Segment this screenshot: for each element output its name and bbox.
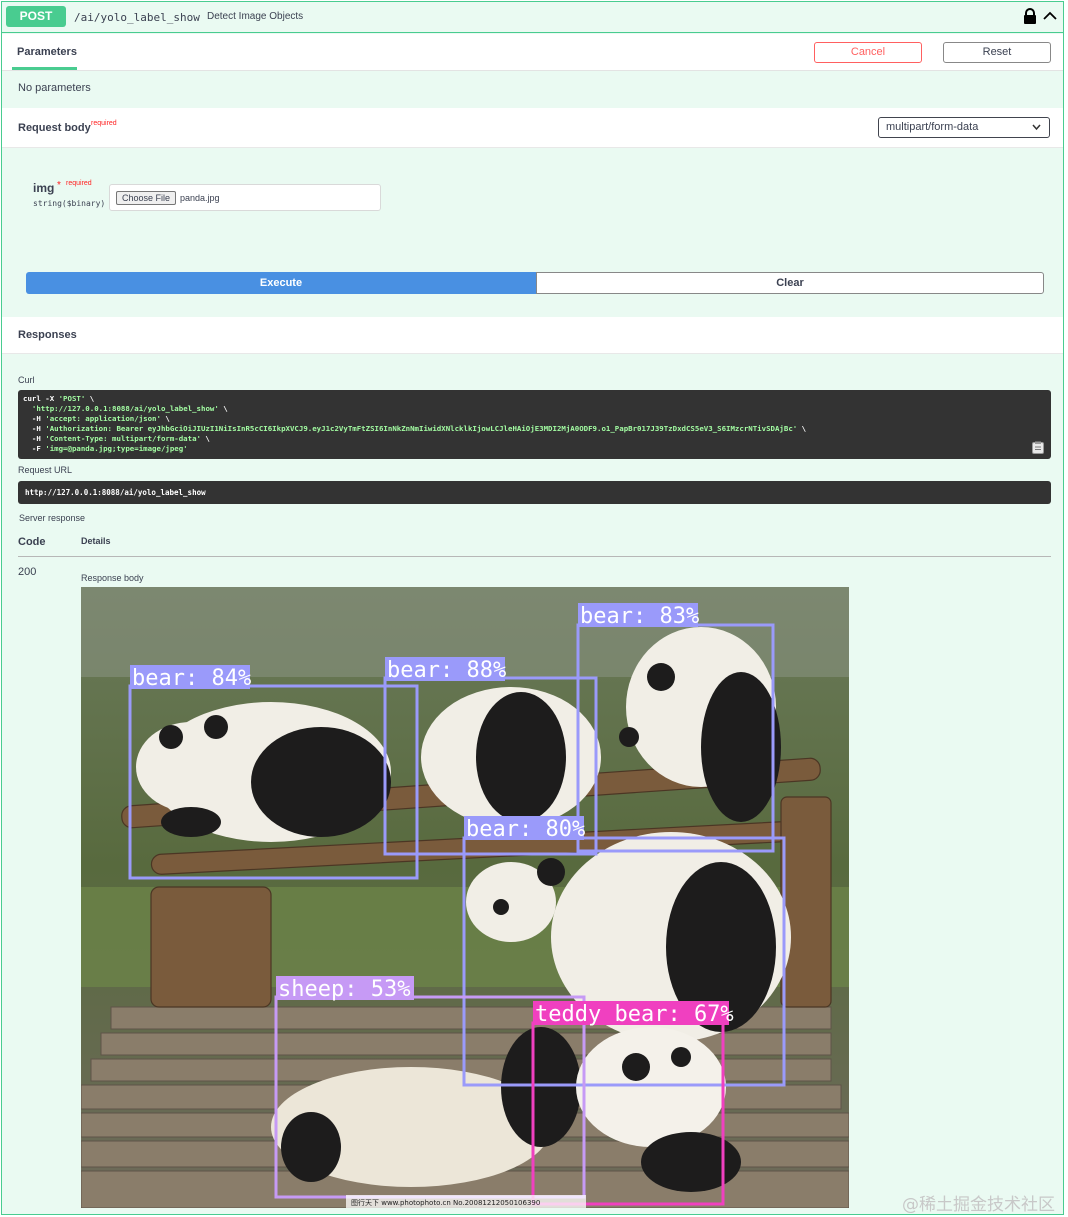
curl-line: 'http://127.0.0.1:8088/ai/yolo_label_sho… (31, 404, 228, 413)
site-watermark: @稀土掘金技术社区 (902, 1195, 1055, 1215)
copy-icon[interactable] (1032, 441, 1044, 454)
execute-button[interactable]: Execute (26, 272, 536, 294)
detection-label: bear: 88% (387, 658, 506, 683)
code-column-header: Code (18, 536, 46, 548)
param-required-tag: required (66, 180, 92, 187)
detection-label: bear: 80% (466, 817, 585, 842)
detection-label: bear: 84% (132, 666, 251, 691)
curl-code-block[interactable]: curl -X 'POST' \ 'http://127.0.0.1:8088/… (18, 390, 1051, 459)
lock-icon[interactable] (1023, 8, 1037, 24)
curl-lines: curl -X 'POST' \ 'http://127.0.0.1:8088/… (23, 394, 1046, 454)
file-input[interactable]: Choose File panda.jpg (109, 184, 381, 211)
operation-summary[interactable]: POST /ai/yolo_label_show Detect Image Ob… (2, 2, 1063, 33)
required-star: * (57, 180, 61, 191)
request-body-title: Request body (18, 122, 91, 134)
curl-line: -F 'img=@panda.jpg;type=image/jpeg' (23, 444, 188, 453)
detection-label: sheep: 53% (278, 977, 410, 1002)
response-body-label: Response body (81, 573, 144, 583)
curl-line: -H 'accept: application/json' \ (23, 414, 170, 423)
content-type-value: multipart/form-data (886, 121, 979, 133)
request-body-header: Request body required multipart/form-dat… (2, 108, 1063, 148)
detection-label: bear: 83% (580, 604, 699, 629)
responses-header: Responses (2, 317, 1063, 354)
detection-label: teddy bear: 67% (535, 1002, 734, 1027)
param-type: string($binary) (33, 199, 106, 208)
method-badge: POST (6, 6, 66, 27)
curl-line: -H 'Content-Type: multipart/form-data' \ (23, 434, 210, 443)
request-url-label: Request URL (18, 465, 73, 475)
selected-file-name: panda.jpg (180, 193, 220, 203)
header-divider (18, 556, 1051, 557)
choose-file-button[interactable]: Choose File (116, 191, 177, 205)
parameters-tab-bar: Parameters Cancel Reset (2, 34, 1063, 71)
operation-block: POST /ai/yolo_label_show Detect Image Ob… (1, 1, 1064, 1215)
image-caption: 图行天下 www.photophoto.cn No.20081212050106… (351, 1198, 540, 1207)
reset-button[interactable]: Reset (943, 42, 1051, 63)
tab-parameters[interactable]: Parameters (12, 34, 77, 70)
curl-line: -H 'Authorization: Bearer eyJhbGciOiJIUz… (23, 424, 807, 433)
detection-result-image: bear: 83% bear: 84% bear: 88% bear: 80% … (81, 587, 849, 1208)
request-url-value[interactable]: http://127.0.0.1:8088/ai/yolo_label_show (18, 481, 1051, 504)
chevron-up-icon[interactable] (1042, 8, 1058, 24)
server-response-label: Server response (19, 513, 86, 523)
cancel-button[interactable]: Cancel (814, 42, 922, 63)
content-type-select[interactable]: multipart/form-data (878, 117, 1050, 138)
param-name: img (33, 181, 55, 195)
responses-title: Responses (18, 329, 77, 341)
endpoint-description: Detect Image Objects (207, 11, 304, 22)
no-parameters-text: No parameters (18, 82, 91, 94)
curl-line: curl -X 'POST' \ (23, 394, 95, 403)
curl-label: Curl (18, 375, 35, 385)
required-tag: required (91, 120, 117, 127)
chevron-down-icon (1032, 124, 1041, 131)
clear-button[interactable]: Clear (536, 272, 1044, 294)
details-column-header: Details (81, 536, 111, 546)
endpoint-path: /ai/yolo_label_show (74, 11, 200, 24)
response-status-code: 200 (18, 566, 37, 578)
